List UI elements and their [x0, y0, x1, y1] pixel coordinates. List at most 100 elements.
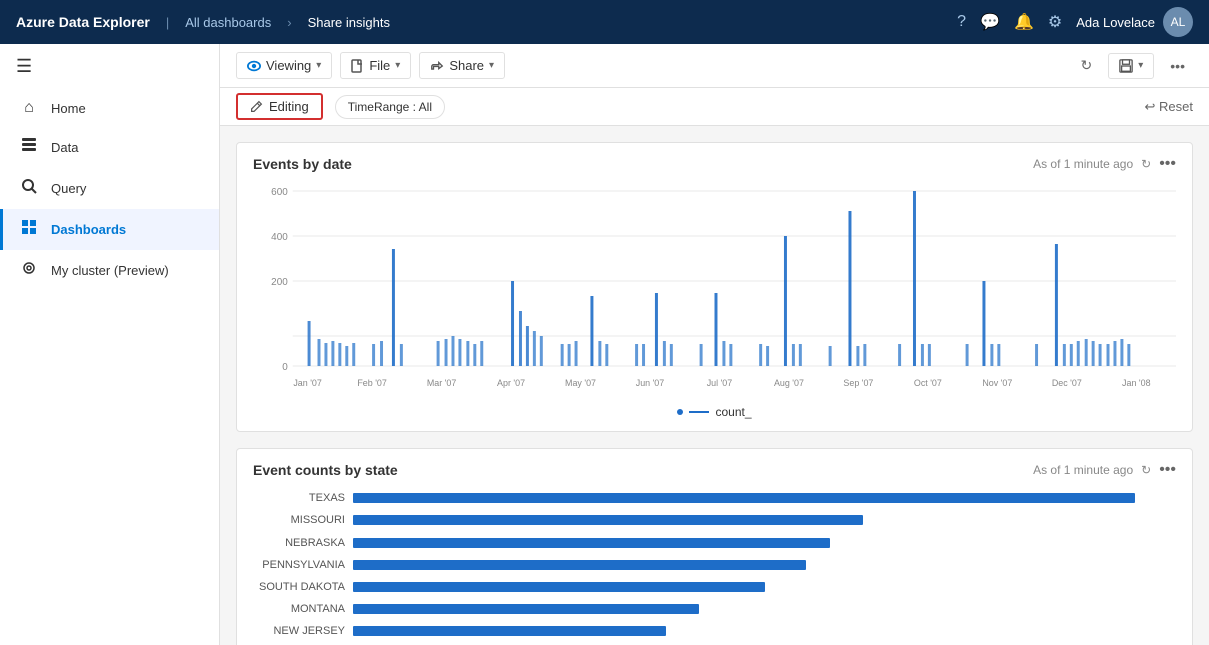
toolbar: Viewing ▾ File ▾ Share ▾ ↻ ▾ ••• [220, 44, 1209, 88]
query-icon [19, 178, 39, 199]
share-label: Share [449, 58, 484, 73]
sidebar-item-cluster[interactable]: My cluster (Preview) [0, 250, 219, 291]
content-area: Viewing ▾ File ▾ Share ▾ ↻ ▾ ••• [220, 44, 1209, 645]
user-avatar: AL [1163, 7, 1193, 37]
file-caret: ▾ [395, 60, 400, 71]
svg-text:200: 200 [271, 277, 288, 288]
dashboard-content: Events by date As of 1 minute ago ↻ ••• [220, 126, 1209, 645]
legend-label: count_ [715, 405, 751, 419]
svg-text:Jul '07: Jul '07 [707, 378, 733, 388]
save-caret: ▾ [1138, 60, 1143, 71]
sidebar-item-home[interactable]: ⌂ Home [0, 89, 219, 127]
sidebar-item-data-label: Data [51, 140, 78, 155]
app-brand: Azure Data Explorer [16, 14, 150, 30]
sidebar-item-data[interactable]: Data [0, 127, 219, 168]
breadcrumb-all-dashboards[interactable]: All dashboards [185, 15, 271, 30]
breadcrumb-share-insights: Share insights [308, 15, 390, 30]
legend-dot [677, 409, 683, 415]
dashboards-icon [19, 219, 39, 240]
events-refresh-icon[interactable]: ↻ [1141, 157, 1151, 171]
events-chart-timestamp: As of 1 minute ago [1033, 157, 1133, 171]
svg-text:Mar '07: Mar '07 [427, 378, 456, 388]
sidebar-item-cluster-label: My cluster (Preview) [51, 263, 169, 278]
editing-pill[interactable]: Editing [236, 93, 323, 120]
viewing-button[interactable]: Viewing ▾ [236, 52, 332, 79]
file-button[interactable]: File ▾ [340, 52, 411, 79]
events-more-icon[interactable]: ••• [1159, 155, 1176, 173]
data-icon [19, 137, 39, 158]
share-caret: ▾ [489, 60, 494, 71]
bar-row-2 [353, 536, 1176, 550]
filter-pill[interactable]: TimeRange : All [335, 95, 445, 119]
events-by-date-card: Events by date As of 1 minute ago ↻ ••• [236, 142, 1193, 432]
events-chart-svg: 600 400 200 0 Jan '07 Feb '07 Mar '07 Ap… [253, 181, 1176, 401]
file-label: File [369, 58, 390, 73]
events-chart-meta: As of 1 minute ago ↻ ••• [1033, 155, 1176, 173]
refresh-icon[interactable]: ↻ [1073, 52, 1101, 79]
more-options-icon[interactable]: ••• [1162, 53, 1193, 79]
user-profile[interactable]: Ada Lovelace AL [1076, 7, 1193, 37]
help-icon[interactable]: ? [957, 13, 966, 31]
home-icon: ⌂ [19, 99, 39, 117]
toolbar-right: ↻ ▾ ••• [1073, 52, 1193, 79]
svg-text:Nov '07: Nov '07 [982, 378, 1012, 388]
breadcrumb-arrow: › [287, 15, 291, 30]
sidebar-item-dashboards[interactable]: Dashboards [0, 209, 219, 250]
svg-text:Apr '07: Apr '07 [497, 378, 525, 388]
sidebar-item-query[interactable]: Query [0, 168, 219, 209]
bar-row-6 [353, 624, 1176, 638]
sidebar-item-home-label: Home [51, 101, 86, 116]
svg-text:Dec '07: Dec '07 [1052, 378, 1082, 388]
svg-text:Aug '07: Aug '07 [774, 378, 804, 388]
svg-text:Jan '07: Jan '07 [293, 378, 322, 388]
edit-icon [250, 100, 263, 113]
bar-row-3 [353, 558, 1176, 572]
bell-icon[interactable]: 🔔 [1014, 12, 1034, 32]
save-icon [1119, 59, 1133, 73]
cluster-icon [19, 260, 39, 281]
state-label-0: TEXAS [253, 492, 345, 504]
bar-row-1 [353, 513, 1176, 527]
bar-fill-4 [353, 582, 765, 592]
state-label-5: MONTANA [253, 603, 345, 615]
bar-chart-labels: TEXAS MISSOURI NEBRASKA PENNSYLVANIA SOU… [253, 487, 353, 645]
editing-bar: Editing TimeRange : All ↩ Reset [220, 88, 1209, 126]
bar-row-0 [353, 491, 1176, 505]
share-button[interactable]: Share ▾ [419, 52, 505, 79]
main-layout: ☰ ⌂ Home Data Query Dashboards [0, 44, 1209, 645]
reset-button[interactable]: ↩ Reset [1145, 99, 1193, 115]
editing-label: Editing [269, 99, 309, 114]
sidebar-item-query-label: Query [51, 181, 86, 196]
user-name: Ada Lovelace [1076, 15, 1155, 30]
file-icon [351, 59, 364, 73]
state-chart-title: Event counts by state [253, 462, 398, 478]
svg-text:Oct '07: Oct '07 [914, 378, 942, 388]
bar-fill-6 [353, 626, 666, 636]
bar-row-5 [353, 602, 1176, 616]
bar-row-4 [353, 580, 1176, 594]
bar-fill-1 [353, 515, 863, 525]
legend-line [689, 411, 709, 413]
sidebar-item-dashboards-label: Dashboards [51, 222, 126, 237]
svg-text:Jan '08: Jan '08 [1122, 378, 1151, 388]
bar-fill-2 [353, 538, 830, 548]
state-label-2: NEBRASKA [253, 537, 345, 549]
viewing-label: Viewing [266, 58, 311, 73]
state-more-icon[interactable]: ••• [1159, 461, 1176, 479]
hamburger-menu[interactable]: ☰ [0, 44, 219, 89]
settings-icon[interactable]: ⚙ [1048, 12, 1062, 32]
filter-label: TimeRange : All [348, 100, 432, 114]
event-counts-state-card: Event counts by state As of 1 minute ago… [236, 448, 1193, 645]
svg-text:400: 400 [271, 232, 288, 243]
save-button[interactable]: ▾ [1108, 53, 1154, 79]
svg-text:Jun '07: Jun '07 [636, 378, 665, 388]
share-icon [430, 59, 444, 73]
svg-text:0: 0 [282, 362, 288, 373]
chart-header-events: Events by date As of 1 minute ago ↻ ••• [253, 155, 1176, 173]
state-refresh-icon[interactable]: ↻ [1141, 463, 1151, 477]
state-chart-meta: As of 1 minute ago ↻ ••• [1033, 461, 1176, 479]
top-nav: Azure Data Explorer | All dashboards › S… [0, 0, 1209, 44]
svg-text:May '07: May '07 [565, 378, 596, 388]
svg-text:Sep '07: Sep '07 [843, 378, 873, 388]
chat-icon[interactable]: 💬 [980, 12, 1000, 32]
